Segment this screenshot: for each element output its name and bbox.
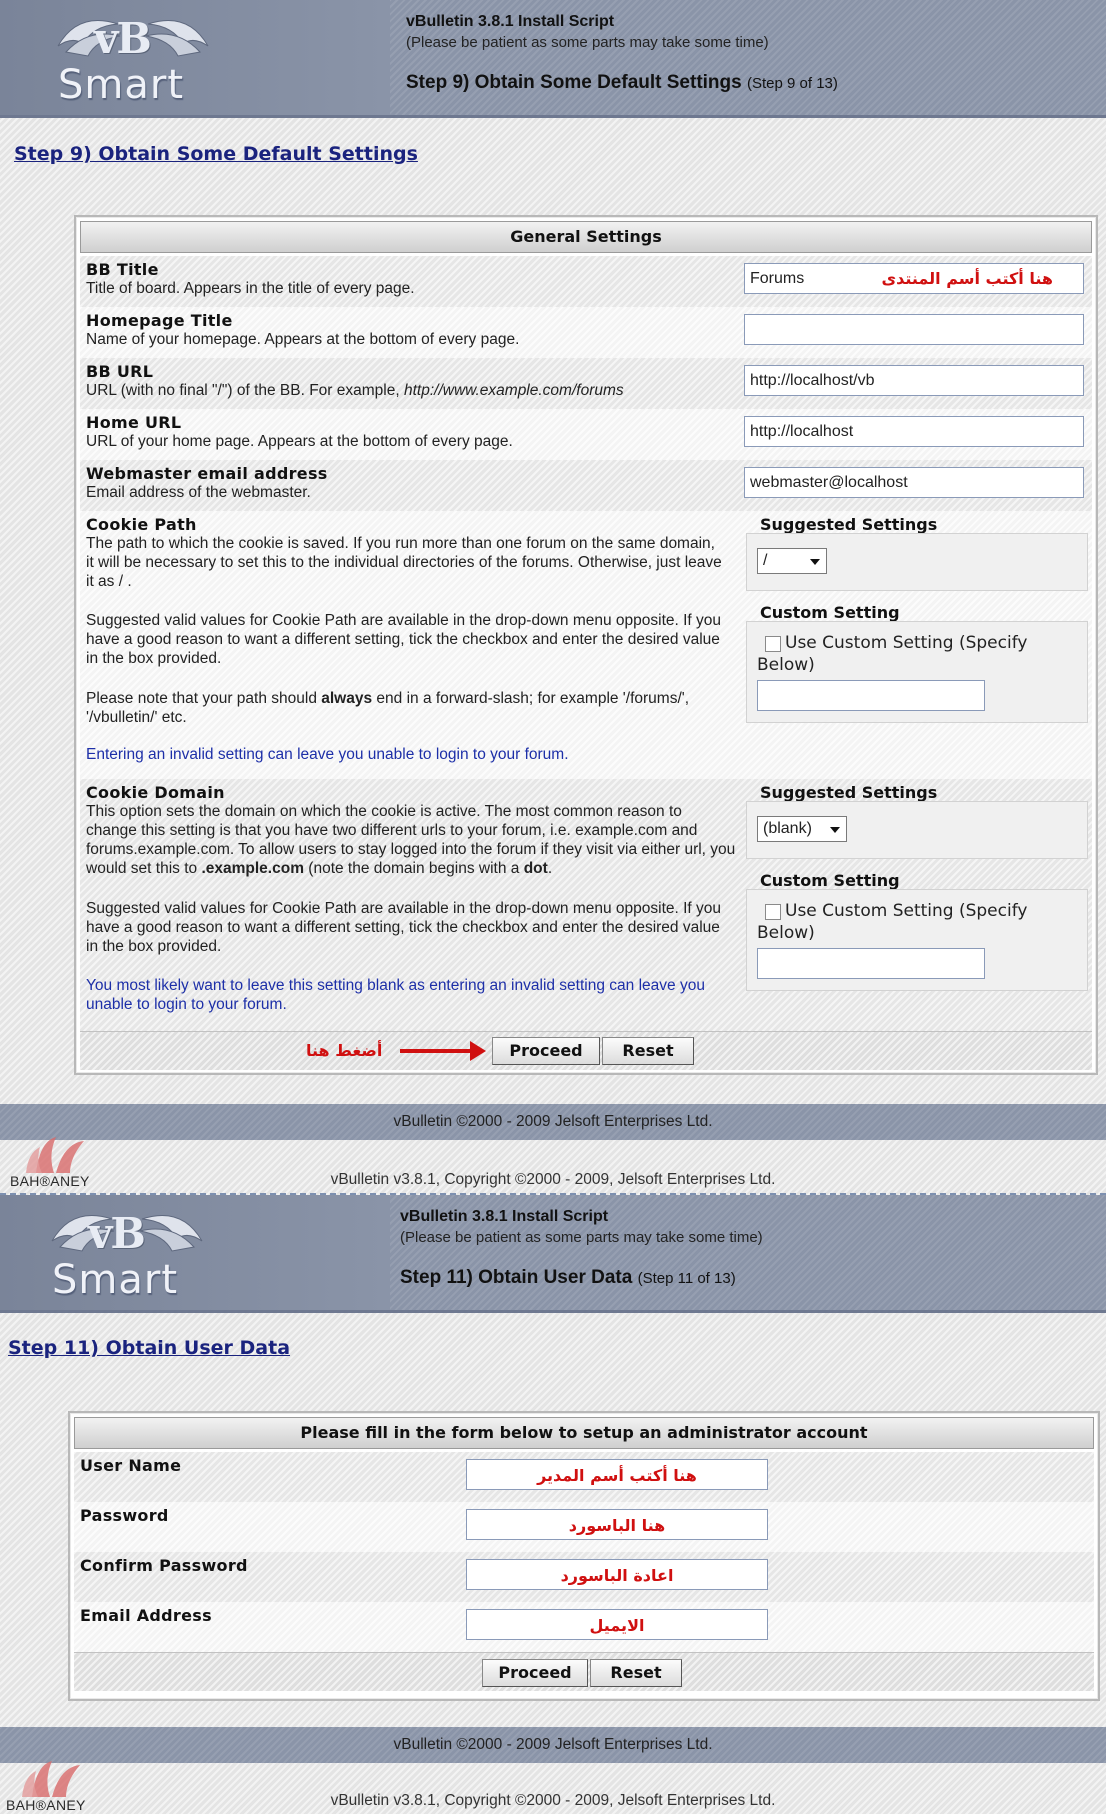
cookie-path-slash-note: Please note that your path should always… (86, 690, 690, 726)
footer-bar: vBulletin ©2000 - 2009 Jelsoft Enterpris… (0, 1104, 1106, 1140)
setting-label: Cookie Domain (86, 783, 225, 802)
annotation-press-here: أضغط هنا (306, 1041, 383, 1060)
field-row-email: Email Address الايميل (74, 1602, 1094, 1652)
cookie-path-suggest-note: Suggested valid values for Cookie Path a… (86, 612, 722, 667)
setting-row-home-url: Home URL URL of your home page. Appears … (80, 409, 1092, 460)
field-label: Confirm Password (80, 1556, 248, 1575)
bb-url-input[interactable]: http://localhost/vb (744, 365, 1084, 396)
setting-label: BB URL (86, 362, 154, 381)
annotation-bb-title: هنا أكتب أسم المنتدى (881, 269, 1053, 288)
script-name: vBulletin 3.8.1 Install Script (406, 13, 615, 30)
setting-row-webmaster-email: Webmaster email address Email address of… (80, 460, 1092, 511)
setting-row-bb-title: BB Title Title of board. Appears in the … (80, 256, 1092, 307)
suggested-settings-box: (blank) (746, 801, 1088, 859)
setting-desc: Email address of the webmaster. (86, 484, 311, 501)
field-label: User Name (80, 1456, 182, 1475)
step11-panel: vB Smart vBulletin 3.8.1 Install Script … (0, 1195, 1106, 1814)
logo-smart: Smart (52, 1257, 178, 1303)
checkbox-label: Use Custom Setting (Specify (785, 633, 1028, 653)
suggested-settings-title: Suggested Settings (760, 515, 938, 534)
button-bar: Proceed Reset (74, 1652, 1094, 1691)
proceed-button[interactable]: Proceed (492, 1037, 600, 1065)
setting-label: Homepage Title (86, 311, 233, 330)
vbsmart-logo: vB Smart (48, 6, 218, 108)
checkbox-label: Below) (757, 655, 815, 675)
logo-smart: Smart (58, 62, 184, 108)
setting-row-cookie-path: Cookie Path The path to which the cookie… (80, 511, 1092, 779)
bb-title-input[interactable]: Forums هنا أكتب أسم المنتدى (744, 263, 1084, 294)
cookie-domain-custom-input[interactable] (757, 948, 985, 979)
vbsmart-logo: vB Smart (42, 1201, 212, 1303)
checkbox-label: Use Custom Setting (Specify (785, 901, 1028, 921)
setting-desc: URL (with no final "/") of the BB. For e… (86, 382, 624, 399)
setting-row-homepage-title: Homepage Title Name of your homepage. Ap… (80, 307, 1092, 358)
email-input[interactable]: الايميل (466, 1609, 768, 1640)
setting-row-bb-url: BB URL URL (with no final "/") of the BB… (80, 358, 1092, 409)
custom-setting-box: Use Custom Setting (Specify Below) (746, 621, 1088, 723)
field-label: Password (80, 1506, 169, 1525)
homepage-title-input[interactable] (744, 314, 1084, 345)
chevron-down-icon (830, 827, 840, 833)
step9-panel: vB Smart vBulletin 3.8.1 Install Script … (0, 0, 1106, 1195)
use-custom-checkbox[interactable] (765, 904, 781, 920)
setting-label: Cookie Path (86, 515, 197, 534)
logo-vb: vB (94, 14, 152, 63)
setting-desc: Title of board. Appears in the title of … (86, 280, 415, 297)
cookie-path-warning: Entering an invalid setting can leave yo… (86, 746, 569, 763)
setting-desc: Name of your homepage. Appears at the bo… (86, 331, 520, 348)
username-input[interactable]: هنا أكتب أسم المدير (466, 1459, 768, 1490)
suggested-settings-box: / (746, 533, 1088, 591)
page-title[interactable]: Step 9) Obtain Some Default Settings (14, 143, 418, 165)
table-header: General Settings (80, 221, 1092, 253)
field-row-username: User Name هنا أكتب أسم المدير (74, 1452, 1094, 1502)
setting-label: BB Title (86, 260, 159, 279)
cookie-path-custom-input[interactable] (757, 680, 985, 711)
button-bar: أضغط هنا Proceed Reset (80, 1031, 1092, 1070)
password-input[interactable]: هنا الباسورد (466, 1509, 768, 1540)
chevron-down-icon (810, 559, 820, 565)
use-custom-checkbox[interactable] (765, 636, 781, 652)
cookie-domain-select[interactable]: (blank) (757, 816, 847, 842)
logo-vb: vB (88, 1209, 146, 1258)
home-url-input[interactable]: http://localhost (744, 416, 1084, 447)
suggested-settings-title: Suggested Settings (760, 783, 938, 802)
copyright: vBulletin v3.8.1, Copyright ©2000 - 2009… (330, 1792, 776, 1809)
header-step: Step 11) Obtain User Data (Step 11 of 13… (400, 1267, 736, 1288)
cookie-domain-suggest-note: Suggested valid values for Cookie Path a… (86, 900, 722, 955)
general-settings-table: General Settings BB Title Title of board… (74, 215, 1098, 1075)
webmaster-email-input[interactable]: webmaster@localhost (744, 467, 1084, 498)
custom-setting-title: Custom Setting (760, 603, 900, 622)
checkbox-label: Below) (757, 923, 815, 943)
cookie-path-desc: The path to which the cookie is saved. I… (86, 535, 722, 590)
page-title[interactable]: Step 11) Obtain User Data (8, 1337, 290, 1359)
cookie-path-select[interactable]: / (757, 548, 827, 574)
setting-row-cookie-domain: Cookie Domain This option sets the domai… (80, 779, 1092, 1031)
field-row-confirm-password: Confirm Password اعادة الباسورد (74, 1552, 1094, 1602)
admin-account-table: Please fill in the form below to setup a… (68, 1411, 1100, 1701)
reset-button[interactable]: Reset (590, 1659, 682, 1687)
setting-desc: URL of your home page. Appears at the bo… (86, 433, 513, 450)
copyright: vBulletin v3.8.1, Copyright ©2000 - 2009… (330, 1171, 776, 1188)
cookie-domain-desc: This option sets the domain on which the… (86, 803, 736, 877)
setting-label: Webmaster email address (86, 464, 328, 483)
custom-setting-title: Custom Setting (760, 871, 900, 890)
field-row-password: Password هنا الباسورد (74, 1502, 1094, 1552)
confirm-password-input[interactable]: اعادة الباسورد (466, 1559, 768, 1590)
header-bar: vB Smart vBulletin 3.8.1 Install Script … (0, 1195, 1106, 1313)
red-arrow-icon (400, 1041, 486, 1061)
script-name: vBulletin 3.8.1 Install Script (400, 1208, 609, 1225)
cookie-domain-warning: You most likely want to leave this setti… (86, 977, 705, 1013)
proceed-button[interactable]: Proceed (482, 1659, 588, 1687)
footer-bar: vBulletin ©2000 - 2009 Jelsoft Enterpris… (0, 1727, 1106, 1763)
watermark-emblem-icon (26, 1137, 84, 1173)
field-label: Email Address (80, 1606, 212, 1625)
setting-label: Home URL (86, 413, 182, 432)
custom-setting-box: Use Custom Setting (Specify Below) (746, 889, 1088, 991)
table-header: Please fill in the form below to setup a… (74, 1417, 1094, 1449)
patience-note: (Please be patient as some parts may tak… (400, 1229, 763, 1246)
header-bar: vB Smart vBulletin 3.8.1 Install Script … (0, 0, 1106, 118)
header-step: Step 9) Obtain Some Default Settings (St… (406, 72, 838, 93)
reset-button[interactable]: Reset (602, 1037, 694, 1065)
patience-note: (Please be patient as some parts may tak… (406, 34, 769, 51)
